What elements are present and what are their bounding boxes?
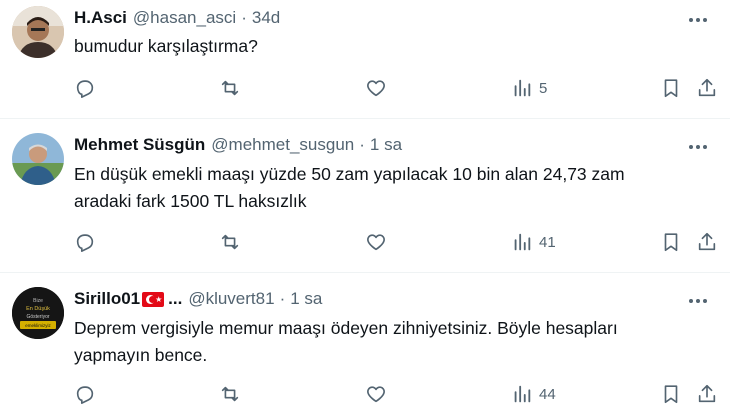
tweet-text-line: aradaki fark 1500 TL haksızlık: [74, 191, 307, 211]
views-count: 5: [539, 79, 548, 97]
like-icon: [367, 386, 385, 403]
share-icon: [698, 232, 716, 251]
retweet-icon: [221, 386, 239, 402]
avatar-text: emeklimizyiz: [25, 323, 51, 328]
action-bar: 41: [74, 229, 724, 255]
more-icon[interactable]: [686, 8, 710, 32]
tweet-text: En düşük emekli maaşı yüzde 50 zam yapıl…: [74, 161, 694, 215]
turkey-flag-icon: ★: [142, 291, 165, 307]
separator-dot: ·: [279, 289, 286, 308]
bookmark-button[interactable]: [660, 229, 682, 255]
reply-icon: [76, 80, 94, 98]
tweet-header: Mehmet Süsgün @mehmet_susgun · 1 sa: [74, 135, 402, 155]
tweet-text-line: En düşük emekli maaşı yüzde 50 zam yapıl…: [74, 164, 625, 184]
timestamp[interactable]: 34d: [252, 8, 280, 28]
views-icon: [514, 79, 531, 97]
timestamp[interactable]: 1 sa: [370, 135, 402, 155]
views-count: 41: [539, 233, 556, 251]
display-name[interactable]: Mehmet Süsgün: [74, 135, 205, 155]
share-button[interactable]: [696, 381, 718, 407]
views-icon: [514, 233, 531, 251]
tweet-3[interactable]: Bize En Düşük Gösteriyor emeklimizyiz Si…: [0, 273, 730, 420]
like-icon: [367, 80, 385, 97]
reply-button[interactable]: [74, 381, 96, 407]
avatar-text: Gösteriyor: [26, 314, 49, 320]
timestamp[interactable]: 1 sa: [290, 289, 322, 309]
tweet-header: Sirillo01 ★ ... @kluvert81 · 1 sa: [74, 289, 322, 309]
avatar-photo: [12, 133, 64, 185]
action-bar: 44: [74, 381, 724, 407]
display-name[interactable]: Sirillo01: [74, 289, 140, 309]
bookmark-button[interactable]: [660, 381, 682, 407]
more-icon[interactable]: [686, 289, 710, 313]
retweet-button[interactable]: [219, 229, 241, 255]
action-bar: 5: [74, 75, 724, 101]
views-icon: [514, 385, 531, 403]
like-icon: [367, 234, 385, 251]
share-icon: [698, 78, 716, 97]
tweet-1[interactable]: H.Asci @hasan_asci · 34d bumudur karşıla…: [0, 0, 730, 118]
tweet-text-line: Deprem vergisiyle memur maaşı ödeyen zih…: [74, 318, 618, 338]
user-handle[interactable]: @mehmet_susgun: [211, 135, 354, 155]
reply-button[interactable]: [74, 229, 96, 255]
user-handle[interactable]: @hasan_asci: [133, 8, 236, 28]
views-count: 44: [539, 385, 556, 403]
avatar[interactable]: Bize En Düşük Gösteriyor emeklimizyiz: [12, 287, 64, 339]
bookmark-icon: [664, 385, 678, 404]
share-button[interactable]: [696, 75, 718, 101]
retweet-icon: [221, 80, 239, 96]
avatar[interactable]: [12, 133, 64, 185]
separator-dot: ·: [359, 135, 365, 154]
views-button[interactable]: 5: [511, 75, 547, 101]
tweet-2[interactable]: Mehmet Süsgün @mehmet_susgun · 1 sa En d…: [0, 119, 730, 267]
bookmark-button[interactable]: [660, 75, 682, 101]
reply-button[interactable]: [74, 75, 96, 101]
retweet-button[interactable]: [219, 75, 241, 101]
share-icon: [698, 384, 716, 403]
tweet-header: H.Asci @hasan_asci · 34d: [74, 8, 280, 28]
like-button[interactable]: [365, 381, 387, 407]
like-button[interactable]: [365, 75, 387, 101]
reply-icon: [76, 234, 94, 252]
tweet-text: Deprem vergisiyle memur maaşı ödeyen zih…: [74, 315, 694, 369]
like-button[interactable]: [365, 229, 387, 255]
tweet-text-content: bumudur karşılaştırma?: [74, 36, 258, 56]
bookmark-icon: [664, 233, 678, 252]
retweet-button[interactable]: [219, 381, 241, 407]
avatar-text: Bize: [33, 298, 43, 304]
views-button[interactable]: 44: [511, 381, 556, 407]
name-truncation: ...: [168, 289, 183, 308]
user-handle[interactable]: @kluvert81: [188, 289, 274, 309]
reply-icon: [76, 386, 94, 404]
retweet-icon: [221, 234, 239, 250]
share-button[interactable]: [696, 229, 718, 255]
tweet-text: bumudur karşılaştırma?: [74, 33, 694, 60]
avatar[interactable]: [12, 6, 64, 58]
more-icon[interactable]: [686, 135, 710, 159]
avatar-image: Bize En Düşük Gösteriyor emeklimizyiz: [12, 287, 64, 339]
separator-dot: ·: [241, 8, 247, 27]
avatar-photo: [12, 6, 64, 58]
tweet-text-line: yapmayın bence.: [74, 345, 208, 365]
display-name[interactable]: H.Asci: [74, 8, 127, 28]
avatar-text: En Düşük: [26, 306, 50, 312]
views-button[interactable]: 41: [511, 229, 556, 255]
bookmark-icon: [664, 79, 678, 98]
